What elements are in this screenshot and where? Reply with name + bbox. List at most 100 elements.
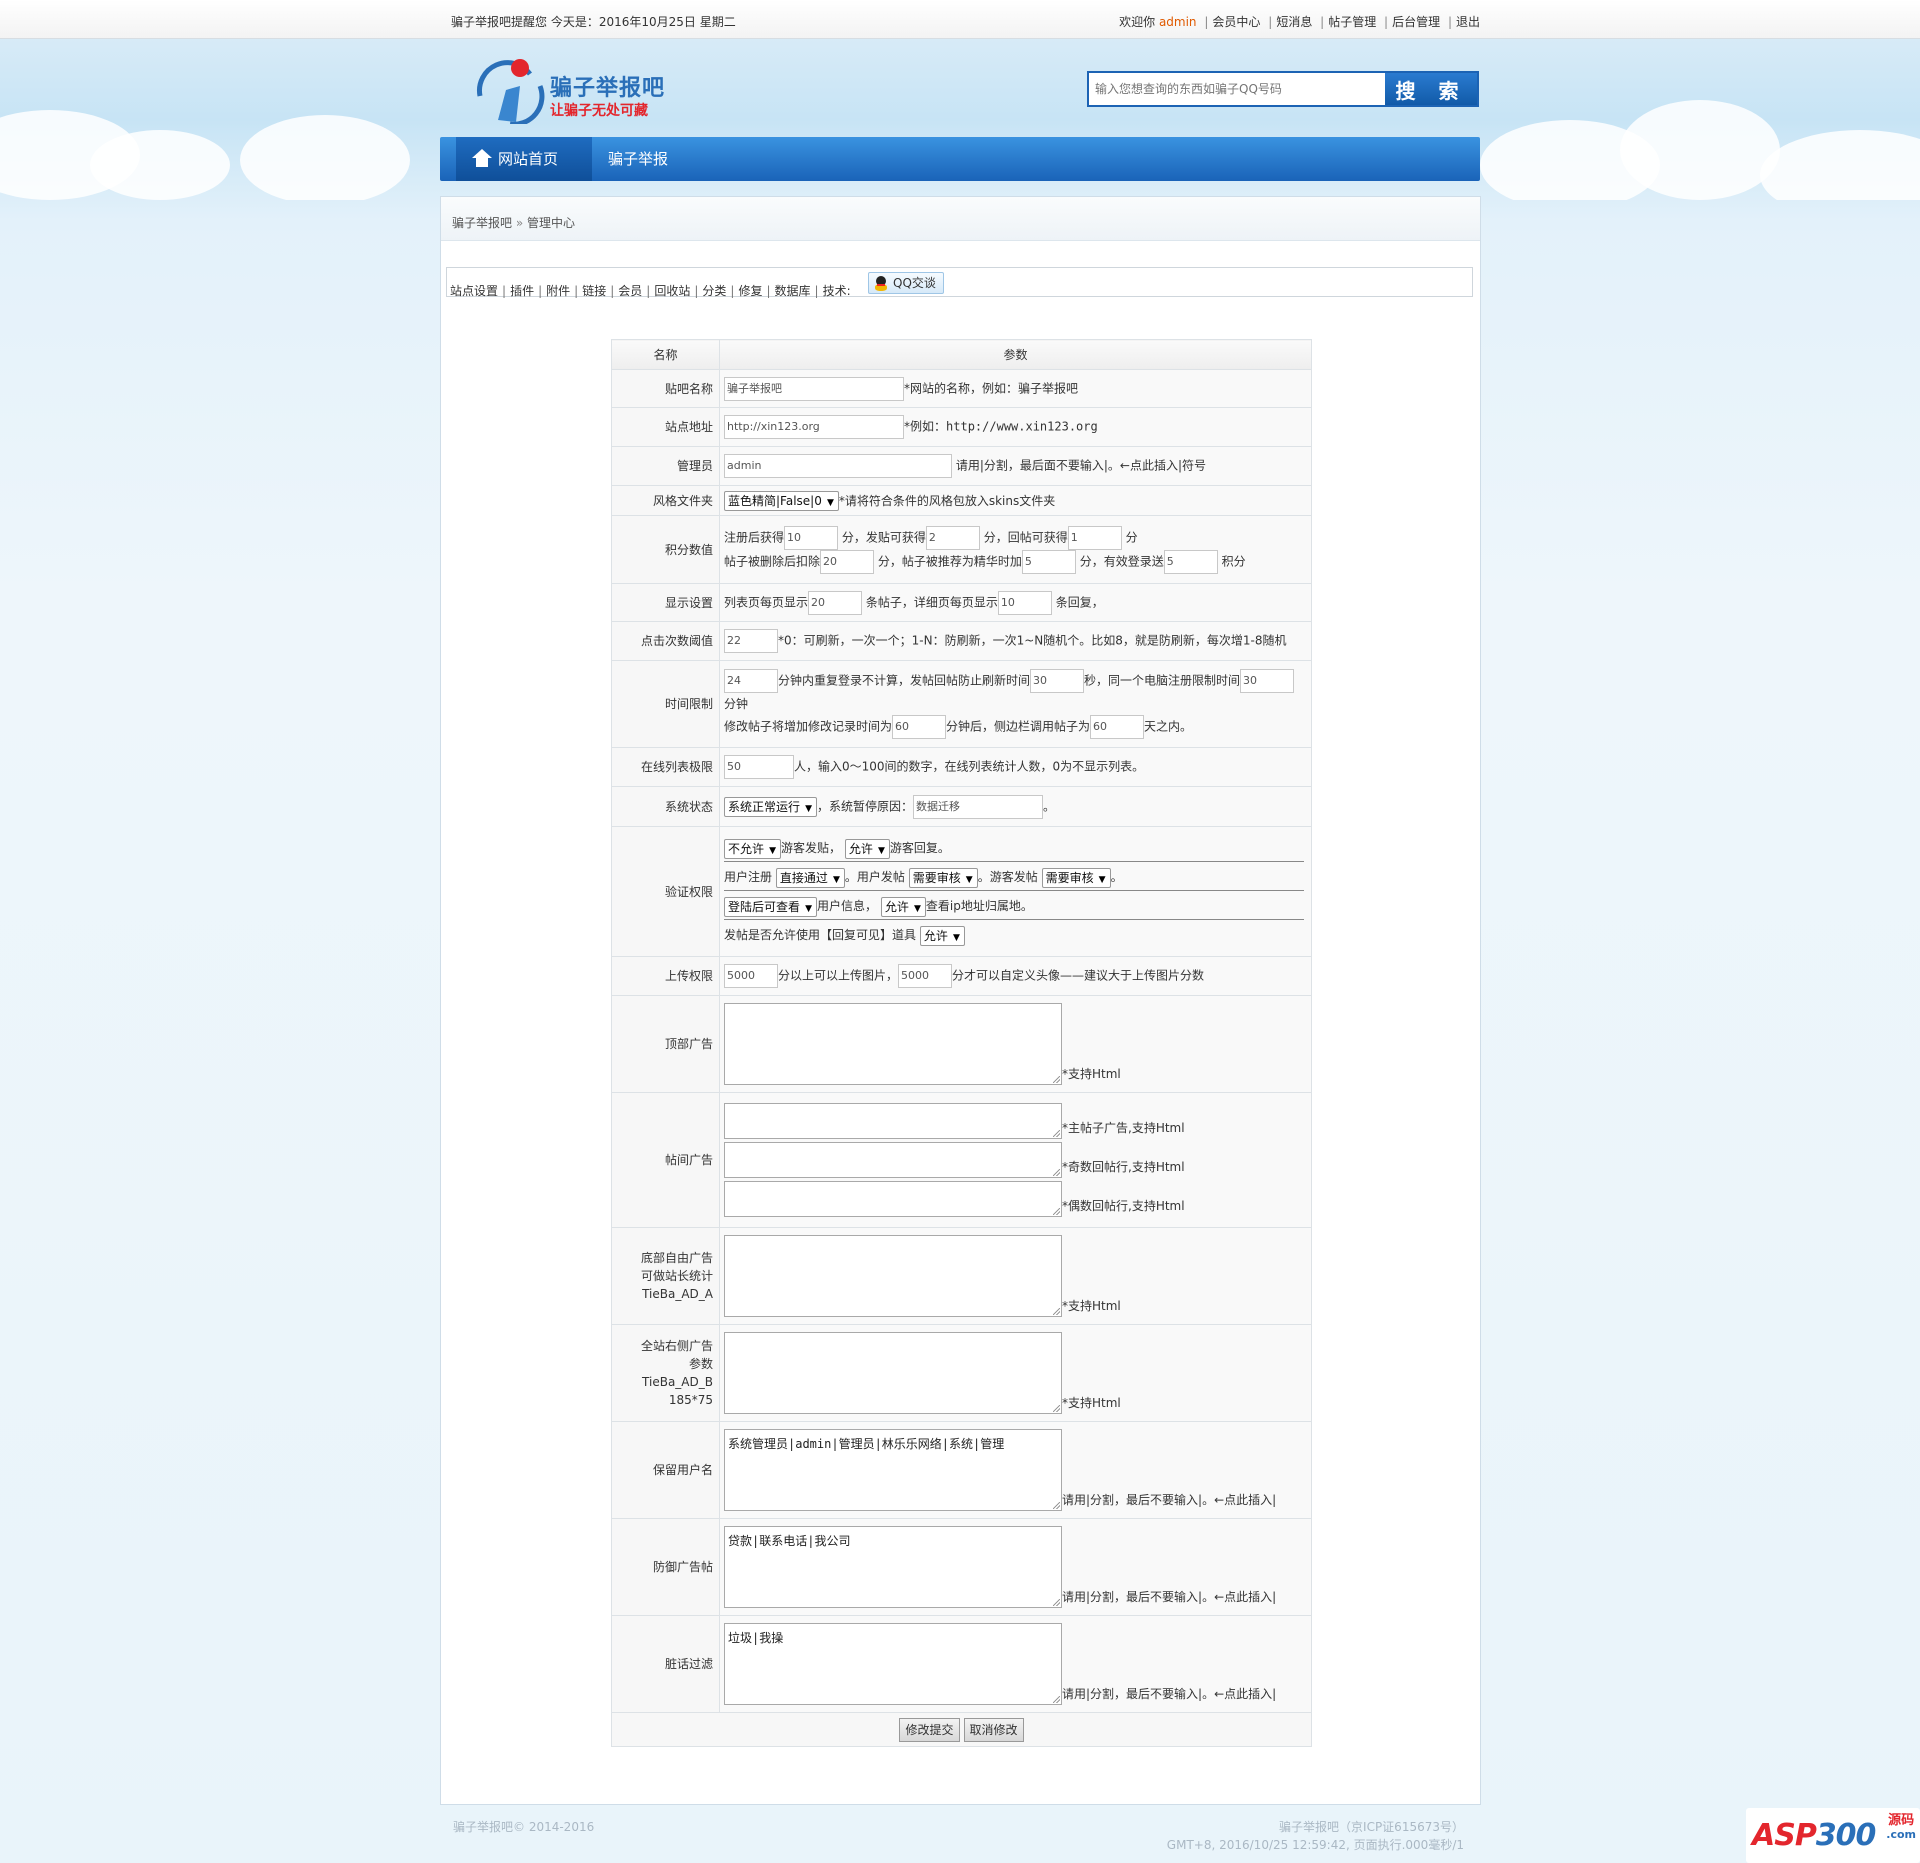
points-reg-input[interactable]: 10 [784, 525, 839, 550]
points-del-input[interactable]: 20 [820, 549, 875, 574]
points-login-input[interactable]: 5 [1163, 549, 1218, 574]
resize-grip-icon[interactable] [1053, 1502, 1060, 1509]
resize-grip-icon[interactable] [1053, 1599, 1060, 1606]
member-center-link[interactable]: 会员中心 [1212, 15, 1260, 29]
admin-input[interactable]: admin [724, 454, 952, 478]
chevron-down-icon: ▼ [877, 845, 885, 856]
top-ad-textarea[interactable] [724, 1003, 1062, 1085]
menu-categories[interactable]: 分类 [702, 284, 726, 298]
footer-icp[interactable]: 骗子举报吧（京ICP证615673号） [1167, 1818, 1464, 1836]
reserved-names-textarea[interactable]: 系统管理员|admin|管理员|林乐乐网络|系统|管理 [724, 1429, 1062, 1511]
nav-home[interactable]: 网站首页 [456, 137, 592, 181]
row-post-ad: 帖间广告 *主帖子广告,支持Html *奇数回帖行,支持Html *偶数回帖行,… [611, 1092, 1312, 1228]
menu-site-settings[interactable]: 站点设置 [450, 284, 498, 298]
points-elite-input[interactable]: 5 [1021, 549, 1076, 574]
points-post-input[interactable]: 2 [925, 525, 980, 550]
resize-grip-icon[interactable] [1053, 1076, 1060, 1083]
resize-grip-icon[interactable] [1053, 1169, 1060, 1176]
upload-text-1: 分以上可以上传图片， [778, 968, 899, 983]
anti-ad-textarea[interactable]: 贷款|联系电话|我公司 [724, 1526, 1062, 1608]
submit-button[interactable]: 修改提交 [899, 1717, 960, 1742]
online-input[interactable]: 50 [724, 755, 794, 779]
admin-link[interactable]: 后台管理 [1392, 15, 1440, 29]
status-select-value: 系统正常运行 [728, 799, 801, 814]
chevron-down-icon: ▼ [826, 498, 834, 508]
right-ad-textarea[interactable] [724, 1332, 1062, 1414]
guest-post2-select[interactable]: 需要审核 ▼ [1041, 867, 1111, 888]
label-clicks: 点击次数阈值 [611, 621, 720, 661]
menu-repair[interactable]: 修复 [738, 284, 762, 298]
label-style: 风格文件夹 [611, 485, 720, 516]
search-input[interactable] [1091, 75, 1381, 103]
divider: | [1204, 15, 1209, 29]
display-list-input[interactable]: 20 [808, 590, 863, 615]
search-button[interactable]: 搜 索 [1385, 73, 1477, 105]
buttons-cell: 修改提交 取消修改 [611, 1712, 1312, 1747]
site-name-input[interactable]: 骗子举报吧 [724, 376, 904, 401]
user-info-select[interactable]: 登陆后可查看 ▼ [724, 896, 818, 917]
breadcrumb-home[interactable]: 骗子举报吧 [452, 216, 512, 230]
divider: | [646, 284, 651, 298]
resize-grip-icon[interactable] [1053, 1208, 1060, 1215]
menu-members[interactable]: 会员 [618, 284, 642, 298]
status-reason-input[interactable]: 数据迁移 [913, 794, 1044, 819]
menu-database[interactable]: 数据库 [775, 284, 811, 298]
user-register-select[interactable]: 直接通过 ▼ [775, 867, 845, 888]
bottom-ad-textarea[interactable] [724, 1235, 1062, 1317]
upload-avatar-input[interactable]: 5000 [898, 964, 953, 988]
chevron-down-icon: ▼ [832, 874, 840, 885]
post-ad-odd-textarea[interactable] [724, 1142, 1062, 1178]
resize-grip-icon[interactable] [1053, 1308, 1060, 1315]
breadcrumb-bar: 骗子举报吧 » 管理中心 [441, 197, 1480, 241]
resize-grip-icon[interactable] [1053, 1696, 1060, 1703]
site-url-input[interactable]: http://xin123.org [724, 415, 904, 439]
breadcrumb: 骗子举报吧 » 管理中心 [452, 214, 575, 231]
relogin-minutes-input[interactable]: 24 [724, 669, 778, 693]
points-unit2: 积分 [1221, 554, 1246, 568]
breadcrumb-current: 管理中心 [527, 216, 576, 230]
guest-reply-select[interactable]: 允许 ▼ [844, 838, 890, 859]
ip-lookup-label: 查看ip地址归属地。 [925, 899, 1033, 913]
label-right-ad-2: 参数 [688, 1357, 713, 1371]
sidebar-days-input[interactable]: 60 [1090, 715, 1145, 739]
resize-grip-icon[interactable] [1053, 1130, 1060, 1137]
qq-chat-button[interactable]: QQ交谈 [868, 272, 944, 294]
menu-attachments[interactable]: 附件 [546, 284, 570, 298]
menu-links[interactable]: 链接 [582, 284, 606, 298]
resize-grip-icon[interactable] [1053, 1405, 1060, 1412]
post-manage-link[interactable]: 帖子管理 [1328, 15, 1376, 29]
clicks-input[interactable]: 22 [724, 629, 778, 653]
username-link[interactable]: admin [1159, 15, 1197, 29]
upload-image-input[interactable]: 5000 [724, 964, 778, 988]
site-logo[interactable]: 骗子举报吧 让骗子无处可藏 [470, 56, 680, 127]
refresh-seconds-input[interactable]: 30 [1030, 669, 1085, 693]
guest-post-select[interactable]: 不允许 ▼ [724, 838, 782, 859]
cancel-button[interactable]: 取消修改 [963, 1717, 1024, 1742]
logout-link[interactable]: 退出 [1456, 15, 1480, 29]
display-list-unit: 条帖子，详细页每页显示 [865, 595, 998, 609]
guest-post2-value: 需要审核 [1045, 870, 1094, 885]
qq-penguin-icon [874, 276, 888, 291]
nav-report[interactable]: 骗子举报 [592, 137, 684, 181]
row-bottom-ad: 底部自由广告 可做站长统计 TieBa_AD_A *支持Html [611, 1227, 1312, 1325]
status-select[interactable]: 系统正常运行 ▼ [724, 796, 818, 817]
user-register-value: 直接通过 [779, 870, 828, 885]
post-ad-even-textarea[interactable] [724, 1181, 1062, 1217]
reply-visible-select[interactable]: 允许 ▼ [919, 925, 965, 946]
ip-lookup-select[interactable]: 允许 ▼ [880, 896, 926, 917]
messages-link[interactable]: 短消息 [1276, 15, 1312, 29]
row-site-url: 站点地址 http://xin123.org *例如：http://www.xin… [611, 407, 1312, 447]
filter-words-textarea[interactable]: 垃圾|我操 [724, 1623, 1062, 1705]
watermark-red: ASP [1752, 1818, 1817, 1853]
points-reply-input[interactable]: 1 [1067, 525, 1122, 550]
display-detail-input[interactable]: 10 [997, 590, 1052, 615]
edit-record-minutes-input[interactable]: 60 [892, 715, 947, 739]
menu-plugins[interactable]: 插件 [510, 284, 534, 298]
chevron-down-icon: ▼ [805, 803, 813, 814]
post-ad-main-textarea[interactable] [724, 1103, 1062, 1139]
user-post-select[interactable]: 需要审核 ▼ [908, 867, 978, 888]
menu-recycle[interactable]: 回收站 [654, 284, 690, 298]
divider: | [1268, 15, 1273, 29]
style-select[interactable]: 蓝色精简|False|0 ▼ [724, 491, 839, 511]
register-minutes-input[interactable]: 30 [1240, 669, 1295, 693]
